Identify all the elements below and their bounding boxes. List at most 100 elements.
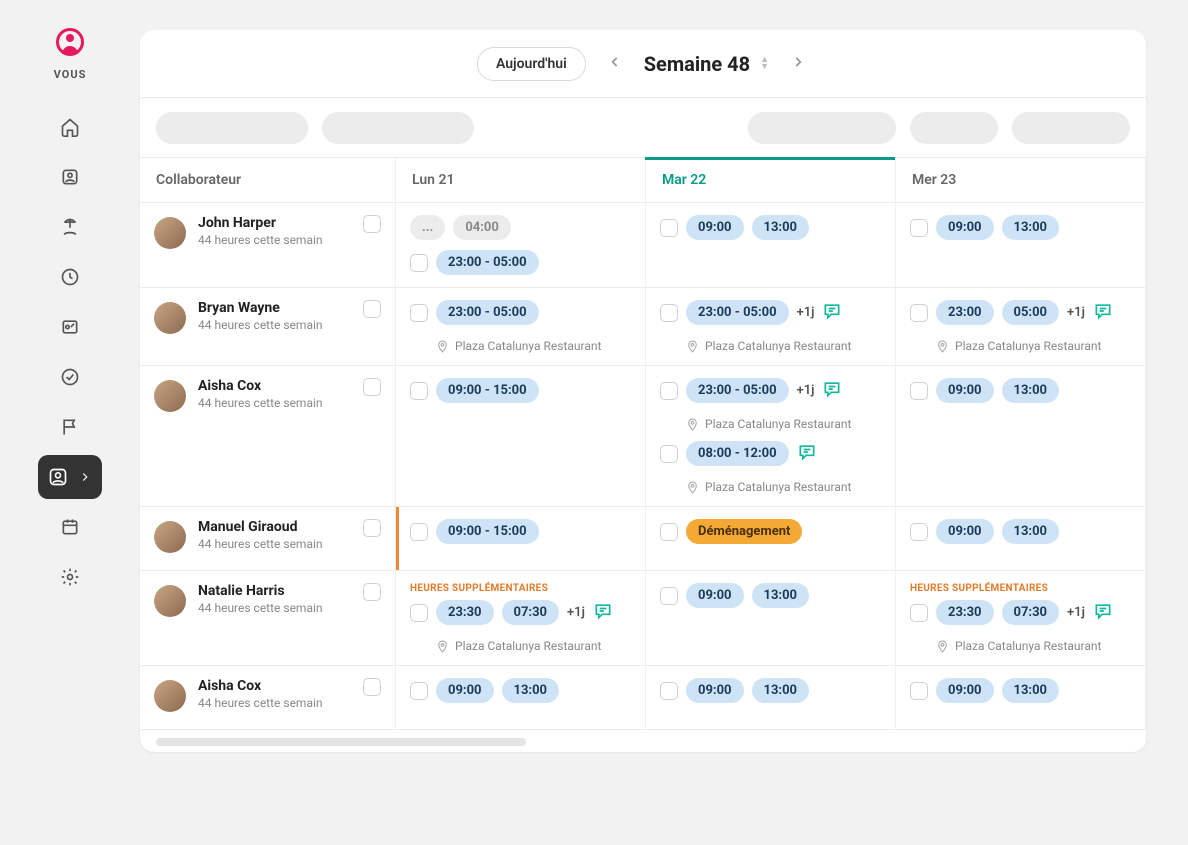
employee-hours: 44 heures cette semain [198,696,351,710]
filter-placeholder[interactable] [322,112,474,144]
shift-checkbox[interactable] [410,604,428,622]
day-cell[interactable]: 09:00 - 15:00 [396,507,646,571]
time-pill: ... [410,215,445,240]
comment-icon[interactable] [1093,301,1113,325]
shift-checkbox[interactable] [660,445,678,463]
day-cell[interactable]: 23:00 - 05:00 +1j Plaza Catalunya Restaura… [646,288,896,366]
nav-approve[interactable] [48,355,92,399]
time-pill: 09:00 [436,678,494,703]
comment-icon[interactable] [797,442,817,466]
shift-checkbox[interactable] [910,304,928,322]
shift-checkbox[interactable] [660,304,678,322]
week-stepper[interactable]: ▲▼ [760,57,769,71]
user-avatar-icon[interactable] [56,28,84,56]
filter-placeholder[interactable] [748,112,896,144]
location-text: Plaza Catalunya Restaurant [955,639,1101,653]
filter-bar [140,98,1146,158]
employee-name: Manuel Giraoud [198,519,351,535]
time-range-pill: 08:00 - 12:00 [686,441,789,466]
filter-placeholder[interactable] [156,112,308,144]
employee-checkbox[interactable] [363,519,381,537]
scrollbar-thumb[interactable] [156,738,526,746]
time-range-pill: 23:00 - 05:00 [436,300,539,325]
location-text: Plaza Catalunya Restaurant [455,639,601,653]
day-cell[interactable]: 09:0013:00 [646,203,896,288]
shift-checkbox[interactable] [410,382,428,400]
horizontal-scrollbar[interactable] [140,730,1146,752]
time-range-pill: 23:00 - 05:00 [686,300,789,325]
day-cell[interactable]: 09:0013:00 [896,507,1146,571]
nav-documents[interactable] [48,305,92,349]
employee-checkbox[interactable] [363,215,381,233]
employee-checkbox[interactable] [363,300,381,318]
shift-checkbox[interactable] [410,304,428,322]
shift-checkbox[interactable] [660,382,678,400]
employee-checkbox[interactable] [363,378,381,396]
shift-checkbox[interactable] [910,523,928,541]
today-button[interactable]: Aujourd'hui [477,47,586,81]
employee-photo [154,585,186,617]
filter-placeholder[interactable] [1012,112,1130,144]
nav-calendar[interactable] [48,505,92,549]
location-row: Plaza Catalunya Restaurant [686,417,881,431]
location-text: Plaza Catalunya Restaurant [705,339,851,353]
employee-cell: Aisha Cox 44 heures cette semain [140,666,396,730]
extra-day-label: +1j [797,305,815,320]
day-cell[interactable]: 09:0013:00 [896,203,1146,288]
day-cell[interactable]: 09:0013:00 [896,666,1146,730]
time-pill: 09:00 [936,215,994,240]
employee-checkbox[interactable] [363,678,381,696]
comment-icon[interactable] [822,301,842,325]
comment-icon[interactable] [593,601,613,625]
nav-vacation[interactable] [48,205,92,249]
prev-week-button[interactable] [604,50,626,77]
day-cell[interactable]: ...04:0023:00 - 05:00 [396,203,646,288]
shift-checkbox[interactable] [660,219,678,237]
time-range-pill: 23:00 - 05:00 [436,250,539,275]
comment-icon[interactable] [1093,601,1113,625]
shift-entry: 09:00 - 15:00 [410,519,631,544]
next-week-button[interactable] [787,50,809,77]
employee-photo [154,217,186,249]
nav-people[interactable] [48,155,92,199]
shift-checkbox[interactable] [410,523,428,541]
day-cell[interactable]: HEURES SUPPLÉMENTAIRES23:3007:30+1jPlaza… [396,571,646,666]
shift-checkbox[interactable] [910,604,928,622]
shift-checkbox[interactable] [910,382,928,400]
nav-home[interactable] [48,105,92,149]
location-row: Plaza Catalunya Restaurant [686,339,881,353]
shift-checkbox[interactable] [660,523,678,541]
shift-checkbox[interactable] [910,219,928,237]
employee-hours: 44 heures cette semain [198,396,351,410]
nav-team-active[interactable] [38,455,102,499]
employee-checkbox[interactable] [363,583,381,601]
sidebar: VOUS [0,0,140,845]
location-text: Plaza Catalunya Restaurant [705,417,851,431]
day-cell[interactable]: HEURES SUPPLÉMENTAIRES23:3007:30+1jPlaza… [896,571,1146,666]
shift-entry: 23:00 - 05:00 [410,300,631,325]
comment-icon[interactable] [822,379,842,403]
day-cell[interactable]: 09:0013:00 [646,571,896,666]
shift-checkbox[interactable] [660,682,678,700]
nav-flag[interactable] [48,405,92,449]
shift-checkbox[interactable] [660,587,678,605]
time-pill: 13:00 [752,215,810,240]
topbar: Aujourd'hui Semaine 48 ▲▼ [140,30,1146,98]
time-pill: 07:30 [1002,600,1060,625]
day-cell[interactable]: 09:0013:00 [396,666,646,730]
day-cell[interactable]: 23:00 - 05:00Plaza Catalunya Restaurant [396,288,646,366]
day-cell[interactable]: 09:0013:00 [646,666,896,730]
shift-checkbox[interactable] [410,682,428,700]
day-cell[interactable]: Déménagement [646,507,896,571]
shift-checkbox[interactable] [910,682,928,700]
chevron-right-icon [78,470,92,484]
shift-checkbox[interactable] [410,254,428,272]
day-cell[interactable]: 23:00 - 05:00+1jPlaza Catalunya Restaura… [646,366,896,507]
filter-placeholder[interactable] [910,112,998,144]
employee-name: John Harper [198,215,351,231]
day-cell[interactable]: 23:0005:00+1jPlaza Catalunya Restaurant [896,288,1146,366]
day-cell[interactable]: 09:0013:00 [896,366,1146,507]
nav-settings[interactable] [48,555,92,599]
nav-time[interactable] [48,255,92,299]
day-cell[interactable]: 09:00 - 15:00 [396,366,646,507]
